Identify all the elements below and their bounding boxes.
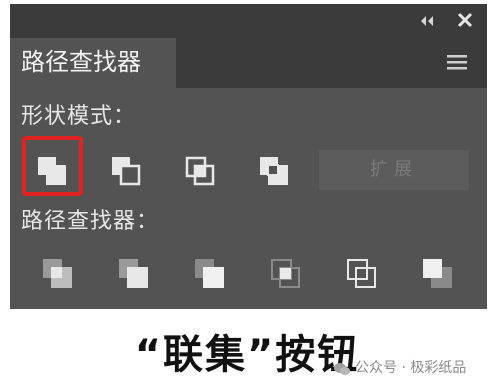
crop-icon <box>271 259 300 288</box>
shape-modes-label: 形状模式： <box>21 104 137 129</box>
exclude-icon <box>260 157 288 185</box>
panel-titlebar <box>10 4 487 38</box>
tab-pathfinder[interactable]: 路径查找器 <box>10 38 176 88</box>
panel-tabstrip: 路径查找器 <box>10 38 487 88</box>
divide-icon <box>43 259 72 288</box>
tab-label: 路径查找器 <box>21 48 141 76</box>
crop-button[interactable] <box>266 254 306 294</box>
watermark: 公众号 · 极彩纸品 <box>334 357 466 379</box>
minus-back-icon <box>423 259 452 288</box>
divide-button[interactable] <box>38 254 78 294</box>
pathfinders-label: 路径查找器： <box>21 209 160 234</box>
minus-back-button[interactable] <box>418 254 458 294</box>
outline-button[interactable] <box>342 254 382 294</box>
watermark-text: 公众号 · 极彩纸品 <box>355 360 467 376</box>
merge-icon <box>195 259 224 288</box>
pathfinder-panel: 路径查找器 形状模式： 扩展 路径查找器： <box>10 4 487 309</box>
intersect-button[interactable] <box>181 152 221 192</box>
merge-button[interactable] <box>190 254 230 294</box>
close-icon[interactable] <box>456 11 474 29</box>
minus-front-button[interactable] <box>107 152 147 192</box>
collapse-icon[interactable] <box>419 13 435 27</box>
menu-icon[interactable] <box>446 53 468 71</box>
screenshot: 路径查找器 形状模式： 扩展 路径查找器： “联集”按钮 公众号 · 极彩纸品 <box>0 0 494 392</box>
intersect-icon <box>185 156 215 186</box>
exclude-button[interactable] <box>255 152 295 192</box>
wechat-icon <box>334 361 350 375</box>
minus-front-icon <box>112 157 141 186</box>
expand-button[interactable]: 扩展 <box>319 150 469 190</box>
trim-icon <box>119 259 148 288</box>
trim-button[interactable] <box>114 254 154 294</box>
outline-icon <box>347 259 376 288</box>
selected-highlight <box>22 136 83 196</box>
